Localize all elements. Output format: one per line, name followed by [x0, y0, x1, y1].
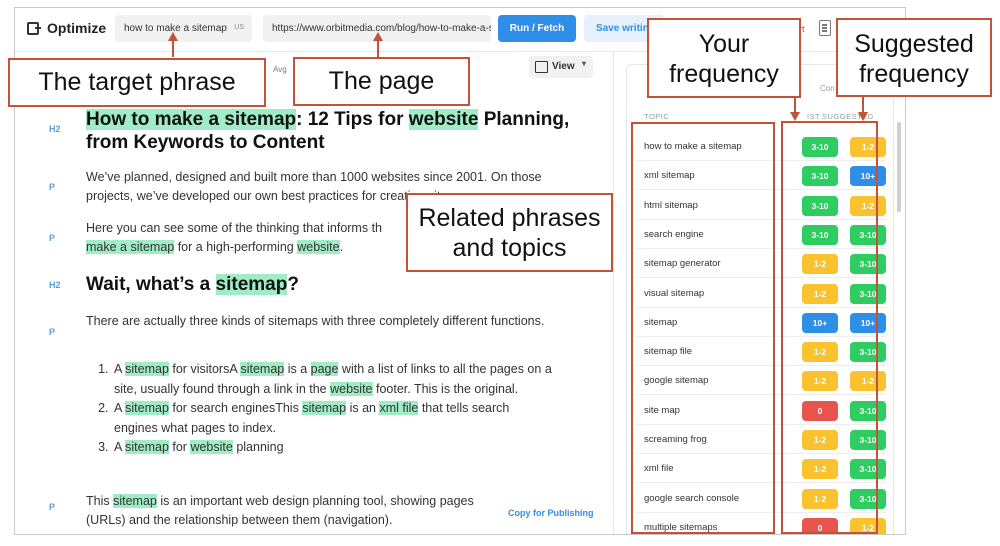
list-item: A sitemap for website planning	[112, 438, 556, 458]
column-header-topic: TOPIC	[644, 112, 670, 121]
column-header-exist: IST	[807, 112, 821, 121]
numbered-list[interactable]: A sitemap for visitorsA sitemap is a pag…	[86, 360, 556, 458]
frequency-outline	[781, 121, 878, 534]
keyword-highlight: website	[408, 109, 479, 130]
arrow-head	[373, 32, 383, 41]
paragraph-text: .	[339, 240, 344, 254]
arrow-head	[790, 112, 800, 121]
paragraph-text: for a high-performing	[174, 240, 298, 254]
arrow-head	[858, 112, 868, 121]
keyword-highlight: sitemap	[113, 494, 157, 508]
keyword-highlight: sitemap	[215, 274, 288, 295]
topics-outline	[631, 122, 775, 534]
run-fetch-button[interactable]: Run / Fetch	[498, 15, 576, 42]
panel-tab-label[interactable]: Con	[820, 84, 835, 93]
heading-text: : 12 Tips for	[296, 109, 409, 130]
callout-your-frequency: Your frequency	[647, 18, 801, 98]
paragraph-text: This	[86, 494, 114, 508]
avg-label: Avg	[273, 65, 287, 74]
block-tag-p: P	[49, 233, 56, 243]
view-label: View	[552, 61, 575, 72]
country-flag[interactable]: US	[234, 24, 244, 31]
keyword-highlight: website	[297, 240, 340, 254]
callout-the-page: The page	[293, 57, 470, 106]
exit-icon	[27, 21, 41, 35]
view-dropdown[interactable]: View ▾	[529, 56, 593, 78]
paragraph-text: Here you can see some of the thinking th…	[86, 221, 382, 235]
copy-for-publishing-link[interactable]: Copy for Publishing	[508, 508, 594, 518]
list-item: A sitemap for search enginesThis sitemap…	[112, 399, 556, 438]
arrow-head	[168, 32, 178, 41]
app-name: Optimize	[47, 20, 107, 36]
block-tag-p: P	[49, 502, 56, 512]
heading-sub[interactable]: Wait, what’s a sitemap?	[86, 273, 586, 296]
block-tag-p: P	[49, 327, 56, 337]
paragraph[interactable]: There are actually three kinds of sitema…	[86, 312, 586, 331]
keyword-highlight: make a sitemap	[86, 240, 175, 254]
callout-related-phrases: Related phrases and topics	[406, 193, 613, 272]
block-tag-p: P	[49, 182, 56, 192]
heading-main[interactable]: How to make a sitemap: 12 Tips for websi…	[86, 108, 586, 154]
block-tag-h2: H2	[49, 280, 61, 290]
content-editor[interactable]: H2 How to make a sitemap: 12 Tips for we…	[15, 83, 610, 534]
target-phrase-input[interactable]: how to make a sitemap US	[115, 15, 252, 42]
callout-suggested-frequency: Suggested frequency	[836, 18, 992, 97]
keyword-highlight: How to make a sitemap	[86, 109, 297, 130]
callout-target-phrase: The target phrase	[8, 58, 266, 107]
heading-text: ?	[287, 274, 299, 295]
view-icon	[535, 61, 548, 73]
list-item: A sitemap for visitorsA sitemap is a pag…	[112, 360, 556, 399]
heading-text: Wait, what’s a	[86, 274, 216, 295]
paragraph[interactable]: This sitemap is an important web design …	[86, 492, 506, 530]
document-icon[interactable]	[819, 20, 831, 36]
block-tag-h2: H2	[49, 124, 61, 134]
app-logo[interactable]: Optimize	[27, 20, 106, 36]
scrollbar[interactable]	[897, 122, 901, 212]
chevron-down-icon: ▾	[582, 59, 587, 68]
